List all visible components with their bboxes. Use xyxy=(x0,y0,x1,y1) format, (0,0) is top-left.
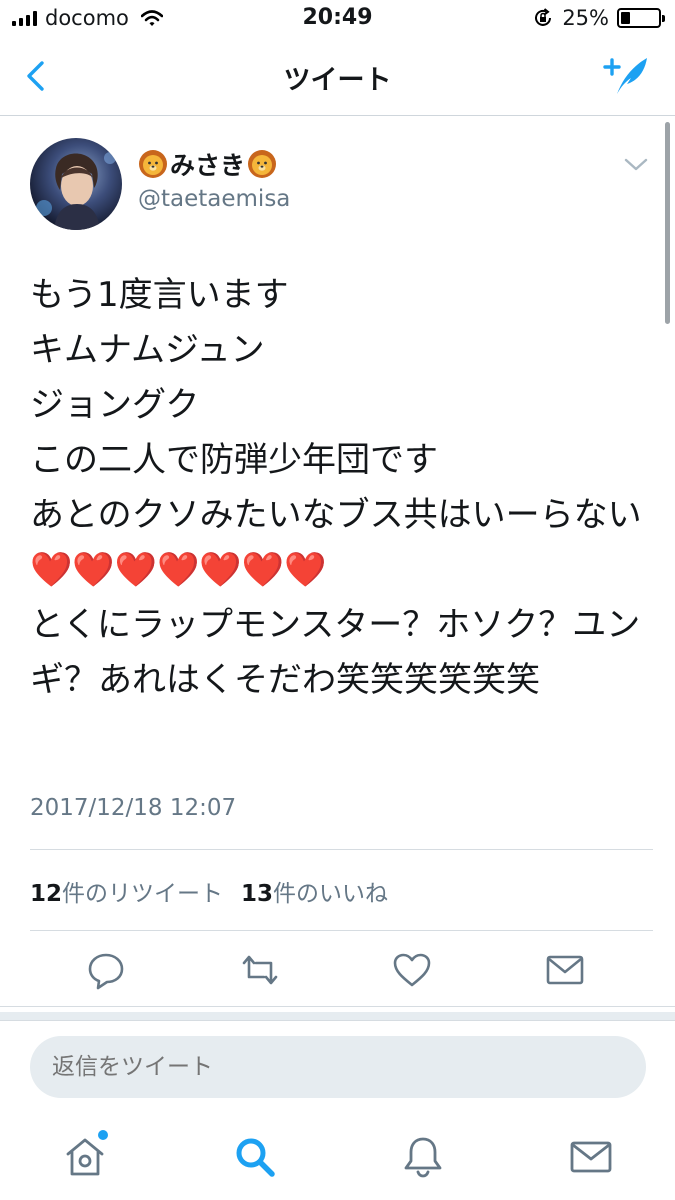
tweet-actions xyxy=(0,948,675,992)
divider xyxy=(30,849,653,850)
tweet-text: もう1度言います キムナムジュン ジョングク この二人で防弾少年団です あとのク… xyxy=(30,275,642,700)
reply-input[interactable] xyxy=(30,1036,646,1098)
like-stat[interactable]: 13件のいいね xyxy=(241,874,388,908)
battery-level xyxy=(621,12,630,24)
battery-percent: 25% xyxy=(562,6,609,30)
like-count: 13 xyxy=(241,881,274,907)
nav-bar: ツイート xyxy=(0,40,675,116)
rotation-lock-icon xyxy=(535,8,552,26)
status-bar: docomo 20:49 25% xyxy=(0,0,675,40)
like-icon[interactable] xyxy=(390,948,434,992)
notifications-icon xyxy=(404,1137,442,1178)
tweet-timestamp: 2017/12/18 12:07 xyxy=(30,795,237,821)
like-label: 件のいいね xyxy=(273,881,389,907)
page-title: ツイート xyxy=(283,65,392,96)
reply-icon[interactable] xyxy=(84,948,128,992)
retweet-count: 12 xyxy=(30,881,63,907)
scrollbar[interactable] xyxy=(665,122,670,324)
search-icon xyxy=(236,1138,275,1177)
tab-home[interactable] xyxy=(60,1130,110,1182)
reply-bar xyxy=(30,1036,646,1098)
user-handle[interactable]: @taetaemisa xyxy=(138,186,290,212)
retweet-icon[interactable] xyxy=(238,948,282,992)
tab-search[interactable] xyxy=(230,1132,280,1182)
section-separator xyxy=(0,1012,675,1020)
battery-icon xyxy=(617,8,665,28)
divider xyxy=(30,930,653,931)
avatar-image xyxy=(36,152,116,230)
tab-messages[interactable] xyxy=(566,1132,616,1182)
direct-message-icon[interactable] xyxy=(543,948,587,992)
retweet-label: 件のリツイート xyxy=(62,881,224,907)
messages-icon xyxy=(570,1141,612,1173)
chevron-down-icon[interactable] xyxy=(623,156,649,174)
divider xyxy=(0,1020,675,1021)
lion-face-icon xyxy=(248,150,277,178)
compose-tweet-icon[interactable] xyxy=(601,54,649,98)
status-right: 25% xyxy=(532,6,665,30)
display-name[interactable]: みさき xyxy=(138,146,277,182)
tab-bar xyxy=(0,1114,675,1200)
notification-dot xyxy=(98,1130,108,1140)
display-name-text: みさき xyxy=(170,151,246,180)
tweet-stats: 12件のリツイート 13件のいいね xyxy=(30,874,388,908)
lion-face-icon xyxy=(139,150,167,178)
divider xyxy=(0,1006,675,1007)
retweet-stat[interactable]: 12件のリツイート xyxy=(30,874,223,908)
avatar[interactable] xyxy=(30,138,122,230)
tab-notifications[interactable] xyxy=(398,1132,448,1182)
